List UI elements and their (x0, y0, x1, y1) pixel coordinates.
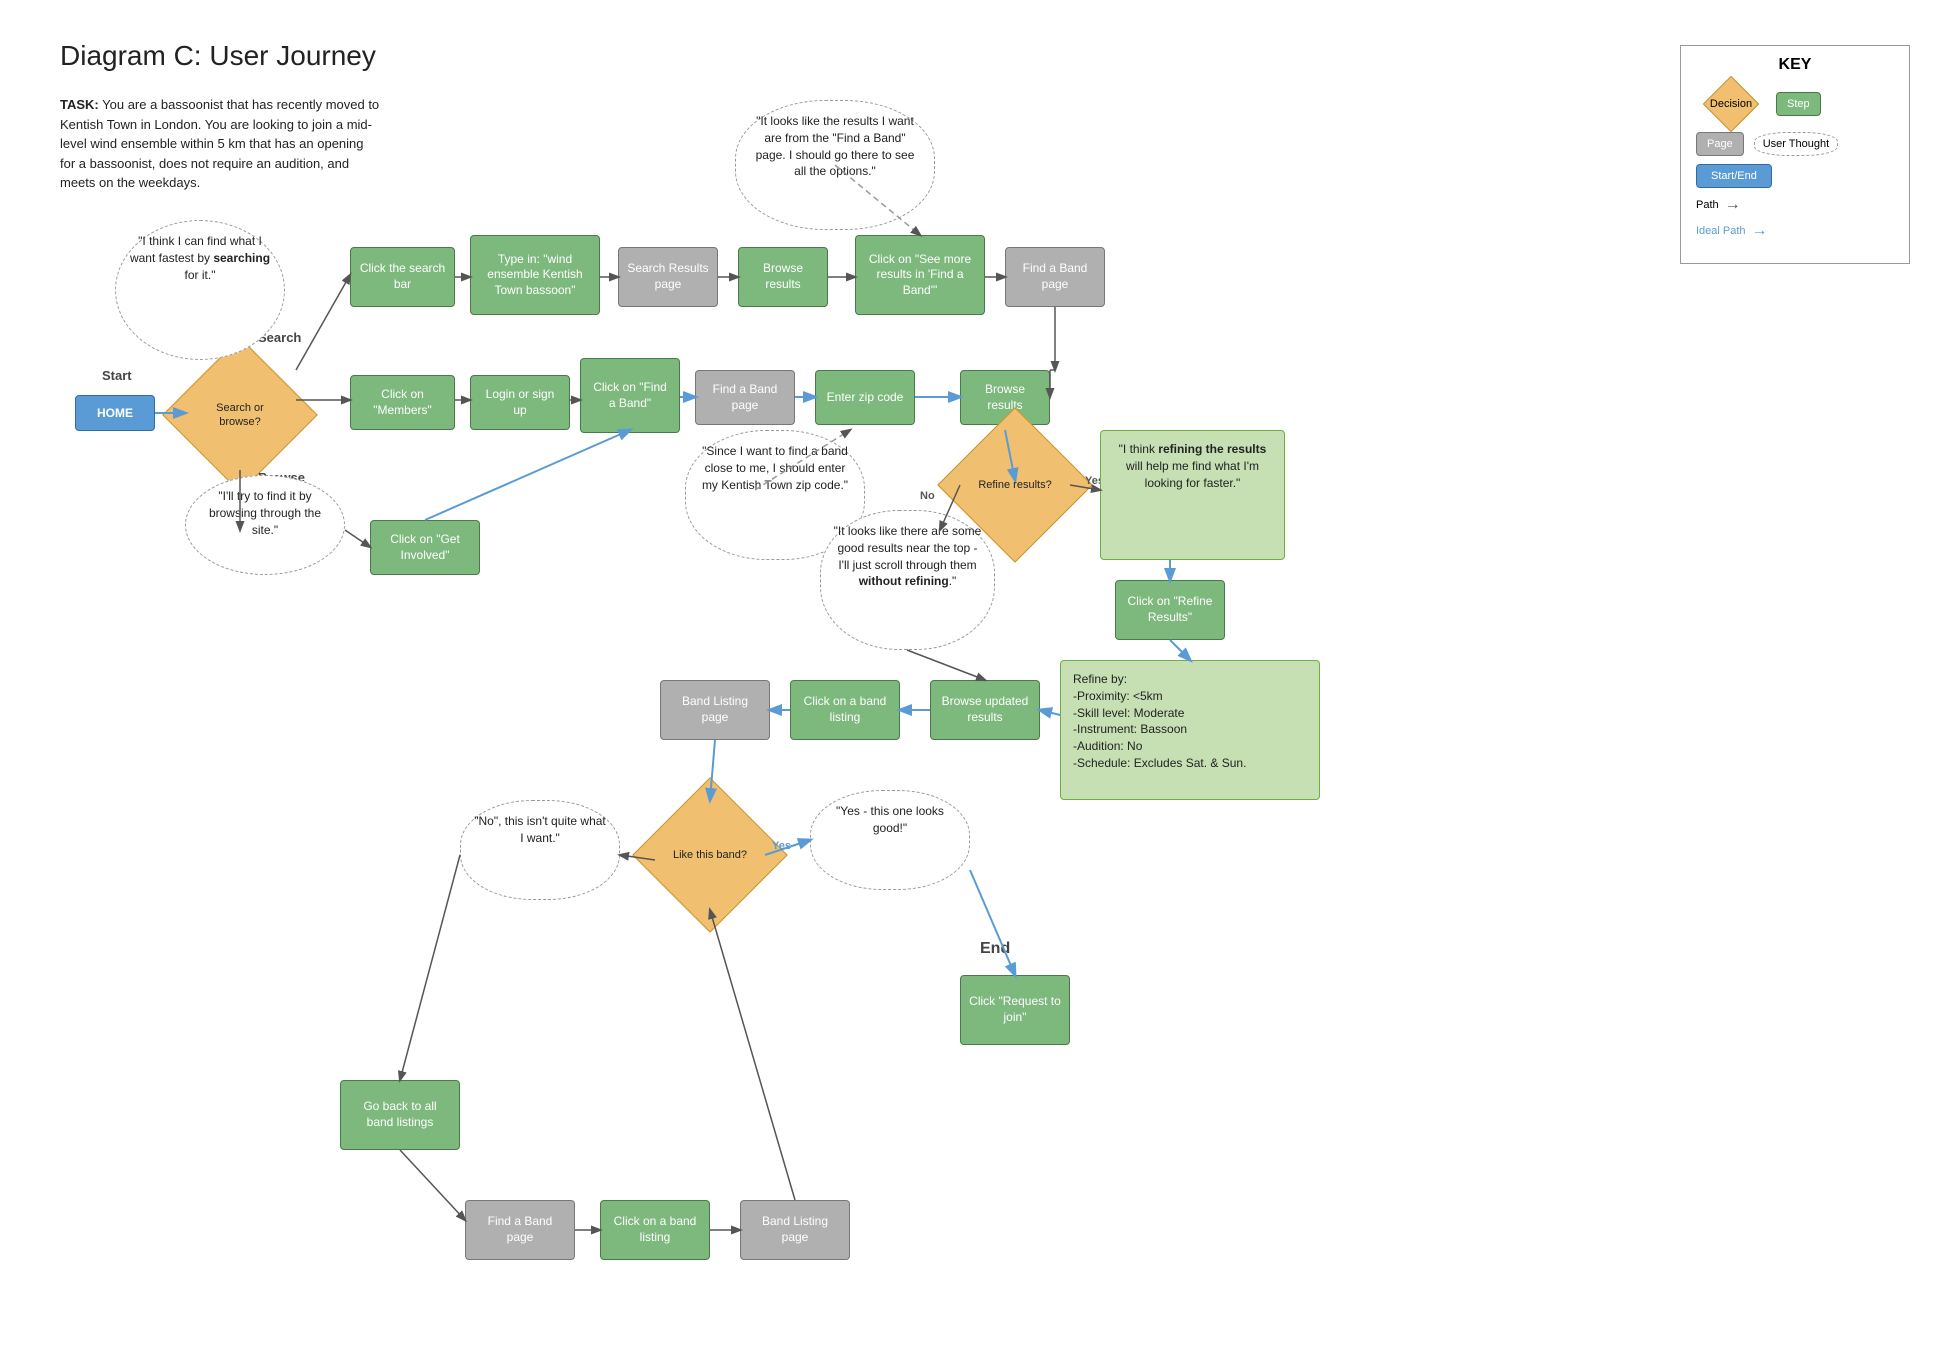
click-search-bar: Click the search bar (350, 247, 455, 307)
start-label: Start (102, 368, 132, 383)
diagram-container: Diagram C: User Journey TASK: You are a … (0, 0, 1940, 1369)
end-label: End (980, 940, 1010, 958)
thought-no-band: "No", this isn't quite what I want." (460, 800, 620, 900)
click-members: Click on "Members" (350, 375, 455, 430)
login-signup: Login or sign up (470, 375, 570, 430)
refine-by-box: Refine by: -Proximity: <5km -Skill level… (1060, 660, 1320, 800)
go-back: Go back to all band listings (340, 1080, 460, 1150)
find-band-page-3: Find a Band page (465, 1200, 575, 1260)
key-box: KEY Decision Step Page User Thought Star… (1680, 45, 1910, 264)
click-refine: Click on "Refine Results" (1115, 580, 1225, 640)
like-band-decision: Like this band? (655, 800, 765, 910)
browse-updated: Browse updated results (930, 680, 1040, 740)
find-band-page-1: Find a Band page (1005, 247, 1105, 307)
type-in: Type in: "wind ensemble Kentish Town bas… (470, 235, 600, 315)
home-node: HOME (75, 395, 155, 431)
enter-zip: Enter zip code (815, 370, 915, 425)
key-ideal-path-label: Ideal Path (1696, 225, 1746, 237)
browse-results-1: Browse results (738, 247, 828, 307)
thought-search: "I think I can find what I want fastest … (115, 220, 285, 360)
search-results-page: Search Results page (618, 247, 718, 307)
band-listing-page-1: Band Listing page (660, 680, 770, 740)
key-path-label: Path (1696, 199, 1719, 211)
click-band-listing-2: Click on a band listing (600, 1200, 710, 1260)
click-get-involved: Click on "Get Involved" (370, 520, 480, 575)
key-user-thought-label: User Thought (1754, 132, 1838, 156)
click-request: Click "Request to join" (960, 975, 1070, 1045)
key-startend-label: Start/End (1696, 164, 1772, 188)
find-band-page-2: Find a Band page (695, 370, 795, 425)
key-page-label: Page (1696, 132, 1744, 156)
key-title: KEY (1696, 56, 1894, 74)
click-find-band: Click on "Find a Band" (580, 358, 680, 433)
thought-browse: "I'll try to find it by browsing through… (185, 475, 345, 575)
band-listing-page-2: Band Listing page (740, 1200, 850, 1260)
task-description: TASK: You are a bassoonist that has rece… (60, 95, 380, 193)
key-step-label: Step (1776, 92, 1821, 116)
key-decision-label: Decision (1710, 98, 1752, 110)
page-title: Diagram C: User Journey (60, 40, 376, 72)
no-label: No (920, 490, 935, 502)
search-browse-decision: Search or browse? (185, 360, 295, 470)
thought-results: "It looks like the results I want are fr… (735, 100, 935, 230)
click-band-listing-1: Click on a band listing (790, 680, 900, 740)
refine-results-decision: Refine results? (960, 430, 1070, 540)
see-more-results: Click on "See more results in 'Find a Ba… (855, 235, 985, 315)
thought-yes-refine: "I think refining the results will help … (1100, 430, 1285, 560)
thought-yes-band: "Yes - this one looks good!" (810, 790, 970, 890)
yes-like-label: Yes (772, 840, 791, 852)
